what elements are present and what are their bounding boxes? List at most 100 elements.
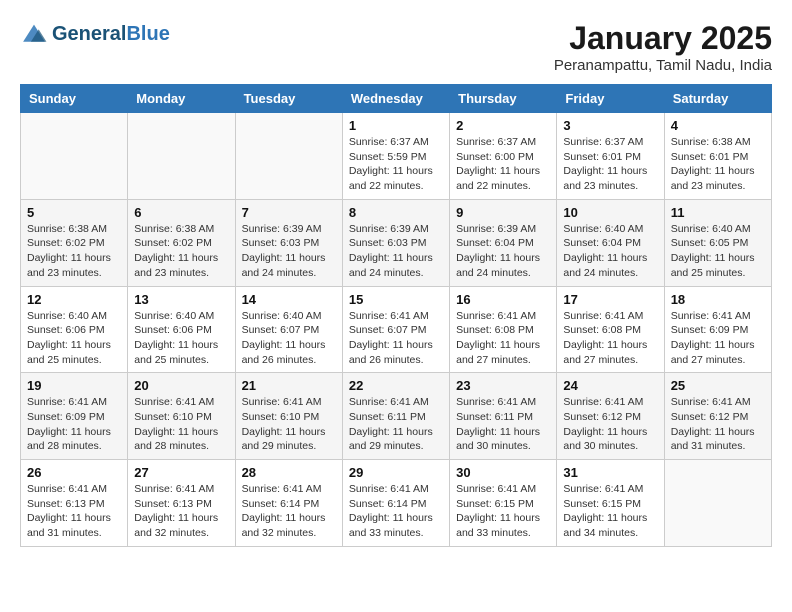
calendar-day-cell: 5Sunrise: 6:38 AMSunset: 6:02 PMDaylight…: [21, 199, 128, 286]
calendar-day-cell: 11Sunrise: 6:40 AMSunset: 6:05 PMDayligh…: [664, 199, 771, 286]
sunset-text: Sunset: 6:10 PM: [134, 411, 212, 423]
sunrise-text: Sunrise: 6:41 AM: [349, 310, 429, 322]
day-number: 27: [134, 465, 228, 480]
calendar-day-cell: [664, 460, 771, 547]
sunset-text: Sunset: 6:03 PM: [242, 237, 320, 249]
calendar-day-cell: [235, 113, 342, 200]
day-number: 17: [563, 292, 657, 307]
sunset-text: Sunset: 5:59 PM: [349, 151, 427, 163]
day-info: Sunrise: 6:37 AMSunset: 6:00 PMDaylight:…: [456, 135, 550, 194]
calendar-day-cell: 24 Sunrise: 6:41 AMSunset: 6:12 PMDayligh…: [557, 373, 664, 460]
calendar-day-cell: 9Sunrise: 6:39 AMSunset: 6:04 PMDaylight…: [450, 199, 557, 286]
day-number: 24: [563, 378, 657, 393]
calendar-day-cell: 3Sunrise: 6:37 AMSunset: 6:01 PMDaylight…: [557, 113, 664, 200]
daylight-text: Daylight: 11 hours and 23 minutes.: [563, 165, 647, 192]
day-number: 4: [671, 118, 765, 133]
day-number: 20: [134, 378, 228, 393]
sunrise-text: Sunrise: 6:37 AM: [456, 136, 536, 148]
calendar-week-row: 5Sunrise: 6:38 AMSunset: 6:02 PMDaylight…: [21, 199, 772, 286]
daylight-text: Daylight: 11 hours and 28 minutes.: [27, 426, 111, 453]
calendar-day-cell: 27Sunrise: 6:41 AMSunset: 6:13 PMDayligh…: [128, 460, 235, 547]
sunset-text: Sunset: 6:04 PM: [456, 237, 534, 249]
sunrise-text: Sunrise: 6:41 AM: [456, 396, 536, 408]
day-number: 16: [456, 292, 550, 307]
sunrise-text: Sunrise: 6:41 AM: [134, 483, 214, 495]
sunrise-text: Sunrise: 6:40 AM: [671, 223, 751, 235]
sunset-text: Sunset: 6:07 PM: [349, 324, 427, 336]
sunrise-text: Sunrise: 6:39 AM: [456, 223, 536, 235]
weekday-header-row: SundayMondayTuesdayWednesdayThursdayFrid…: [21, 85, 772, 113]
day-number: 3: [563, 118, 657, 133]
day-info: Sunrise: 6:41 AMSunset: 6:09 PMDaylight:…: [27, 395, 121, 454]
calendar-table: SundayMondayTuesdayWednesdayThursdayFrid…: [20, 84, 772, 547]
calendar-day-cell: [21, 113, 128, 200]
sunrise-text: Sunrise: 6:37 AM: [349, 136, 429, 148]
sunset-text: Sunset: 6:08 PM: [563, 324, 641, 336]
day-info: Sunrise: 6:41 AMSunset: 6:15 PMDaylight:…: [563, 482, 657, 541]
weekday-header: Friday: [557, 85, 664, 113]
calendar-day-cell: 6Sunrise: 6:38 AMSunset: 6:02 PMDaylight…: [128, 199, 235, 286]
day-number: 15: [349, 292, 443, 307]
day-number: 31: [563, 465, 657, 480]
day-number: 30: [456, 465, 550, 480]
weekday-header: Thursday: [450, 85, 557, 113]
sunset-text: Sunset: 6:01 PM: [671, 151, 749, 163]
sunset-text: Sunset: 6:06 PM: [27, 324, 105, 336]
day-info: Sunrise: 6:41 AM Sunset: 6:10 PM Daylight:…: [134, 395, 228, 454]
daylight-text: Daylight: 11 hours and 23 minutes.: [134, 252, 218, 279]
sunrise-text: Sunrise: 6:41 AM: [456, 310, 536, 322]
calendar-day-cell: 1Sunrise: 6:37 AMSunset: 5:59 PMDaylight…: [342, 113, 449, 200]
calendar-day-cell: 12Sunrise: 6:40 AMSunset: 6:06 PMDayligh…: [21, 286, 128, 373]
day-info: Sunrise: 6:41 AMSunset: 6:12 PMDaylight:…: [563, 395, 657, 454]
day-info: Sunrise: 6:41 AMSunset: 6:11 PMDaylight:…: [349, 395, 443, 454]
day-number: 19: [27, 378, 121, 393]
sunrise-text: Sunrise: 6:41 AM: [134, 396, 214, 408]
daylight-text: Daylight: 11 hours and 22 minutes.: [456, 165, 540, 192]
day-number: 7: [242, 205, 336, 220]
calendar-day-cell: 16Sunrise: 6:41 AMSunset: 6:08 PMDayligh…: [450, 286, 557, 373]
daylight-text: Daylight: 11 hours and 33 minutes.: [456, 512, 540, 539]
sunrise-text: Sunrise: 6:41 AM: [349, 396, 429, 408]
calendar-day-cell: 8Sunrise: 6:39 AMSunset: 6:03 PMDaylight…: [342, 199, 449, 286]
daylight-text: Daylight: 11 hours and 32 minutes.: [242, 512, 326, 539]
day-number: 12: [27, 292, 121, 307]
calendar-week-row: 12Sunrise: 6:40 AMSunset: 6:06 PMDayligh…: [21, 286, 772, 373]
daylight-text: Daylight: 11 hours and 29 minutes.: [242, 426, 326, 453]
sunset-text: Sunset: 6:13 PM: [27, 498, 105, 510]
calendar-day-cell: 25Sunrise: 6:41 AMSunset: 6:12 PMDayligh…: [664, 373, 771, 460]
day-number: 9: [456, 205, 550, 220]
sunrise-text: Sunrise: 6:41 AM: [671, 310, 751, 322]
day-info: Sunrise: 6:41 AMSunset: 6:14 PMDaylight:…: [349, 482, 443, 541]
day-info: Sunrise: 6:40 AMSunset: 6:07 PMDaylight:…: [242, 309, 336, 368]
calendar-day-cell: 21Sunrise: 6:41 AMSunset: 6:10 PMDayligh…: [235, 373, 342, 460]
sunset-text: Sunset: 6:12 PM: [563, 411, 641, 423]
sunset-text: Sunset: 6:02 PM: [134, 237, 212, 249]
sunset-text: Sunset: 6:13 PM: [134, 498, 212, 510]
daylight-text: Daylight: 11 hours and 29 minutes.: [349, 426, 433, 453]
sunset-text: Sunset: 6:14 PM: [242, 498, 320, 510]
weekday-header: Sunday: [21, 85, 128, 113]
sunrise-text: Sunrise: 6:41 AM: [671, 396, 751, 408]
day-number: 23: [456, 378, 550, 393]
day-info: Sunrise: 6:39 AMSunset: 6:03 PMDaylight:…: [242, 222, 336, 281]
calendar-week-row: 26Sunrise: 6:41 AMSunset: 6:13 PMDayligh…: [21, 460, 772, 547]
daylight-text: Daylight: 11 hours and 24 minutes.: [349, 252, 433, 279]
calendar-day-cell: 2Sunrise: 6:37 AMSunset: 6:00 PMDaylight…: [450, 113, 557, 200]
logo-general: General: [52, 23, 126, 45]
weekday-header: Tuesday: [235, 85, 342, 113]
daylight-text: Daylight: 11 hours and 22 minutes.: [349, 165, 433, 192]
calendar-day-cell: 30Sunrise: 6:41 AMSunset: 6:15 PMDayligh…: [450, 460, 557, 547]
logo: GeneralBlue: [20, 20, 170, 48]
calendar-day-cell: [128, 113, 235, 200]
day-info: Sunrise: 6:41 AMSunset: 6:08 PMDaylight:…: [456, 309, 550, 368]
sunset-text: Sunset: 6:08 PM: [456, 324, 534, 336]
sunrise-text: Sunrise: 6:41 AM: [563, 310, 643, 322]
daylight-text: Daylight: 11 hours and 24 minutes.: [242, 252, 326, 279]
day-info: Sunrise: 6:41 AMSunset: 6:14 PMDaylight:…: [242, 482, 336, 541]
weekday-header: Monday: [128, 85, 235, 113]
daylight-text: Daylight: 11 hours and 33 minutes.: [349, 512, 433, 539]
calendar-day-cell: 31 Sunrise: 6:41 AMSunset: 6:15 PMDayligh…: [557, 460, 664, 547]
daylight-text: Daylight: 11 hours and 24 minutes.: [563, 252, 647, 279]
weekday-header: Wednesday: [342, 85, 449, 113]
daylight-text: Daylight: 11 hours and 28 minutes.: [134, 426, 218, 453]
